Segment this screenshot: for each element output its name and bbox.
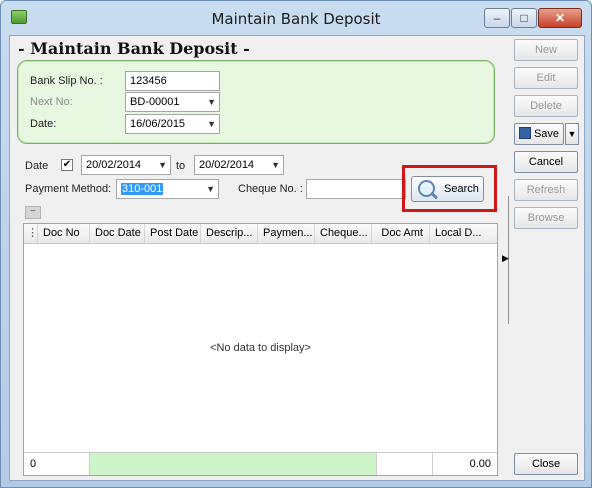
header-group [17,60,495,144]
edit-button-label: Edit [536,72,556,84]
close-window-button[interactable]: ✕ [538,8,582,28]
column-header[interactable]: Doc Amt [372,224,430,243]
new-button[interactable]: New [514,39,578,61]
date-picker[interactable]: 16/06/2015 ▼ [125,114,220,134]
grid-empty-message: <No data to display> [210,342,311,354]
date-value: 16/06/2015 [130,118,186,130]
refresh-button[interactable]: Refresh [514,179,578,201]
next-no-select[interactable]: BD-00001 ▼ [125,92,220,112]
new-button-label: New [534,44,557,56]
column-header[interactable]: Post Date [145,224,201,243]
deposit-grid[interactable]: ⋮ Doc No Doc Date Post Date Descrip... P… [23,223,498,476]
payment-method-select[interactable]: 310-001 ▼ [116,179,219,199]
save-button[interactable]: Save [514,123,564,145]
delete-button[interactable]: Delete [514,95,578,117]
date-to-value: 20/02/2014 [199,159,255,171]
column-chooser-icon[interactable]: ⋮ [24,224,38,243]
delete-button-label: Delete [530,100,562,112]
column-header[interactable]: Doc Date [90,224,145,243]
browse-button[interactable]: Browse [514,207,578,229]
date-from-picker[interactable]: 20/02/2014 ▼ [81,155,171,175]
payment-method-label: Payment Method: [25,183,112,195]
save-button-label: Save [533,128,560,140]
page-heading: - Maintain Bank Deposit - [18,39,250,58]
grid-footer: 0 0.00 [24,452,497,475]
save-dropdown-button[interactable]: ▼ [565,123,579,145]
bank-slip-input[interactable]: 123456 [125,71,220,91]
close-button-label: Close [531,458,561,470]
collapse-filter-button[interactable]: − [25,206,41,219]
footer-total: 0.00 [469,458,491,470]
filter-date-label: Date [25,160,49,172]
minimize-button[interactable]: – [484,8,510,28]
footer-spacer [377,453,433,475]
chevron-down-icon: ▼ [207,119,216,129]
chevron-down-icon: ▼ [271,160,280,170]
search-highlight-box [402,165,497,212]
footer-summary-band [90,453,377,475]
cancel-button-label: Cancel [528,156,564,168]
title-bar[interactable]: Maintain Bank Deposit – □ ✕ [1,1,591,35]
bank-slip-label: Bank Slip No. : [30,75,103,87]
browse-button-label: Browse [527,212,565,224]
chevron-down-icon: ▼ [207,97,216,107]
next-no-value: BD-00001 [130,96,180,108]
edit-button[interactable]: Edit [514,67,578,89]
date-filter-checkbox[interactable]: ✔ [61,159,73,171]
column-header[interactable]: Cheque... [315,224,372,243]
save-icon [518,127,531,139]
cheque-no-input[interactable] [306,179,406,199]
next-no-label: Next No: [30,96,73,108]
footer-count: 0 [24,453,90,475]
chevron-down-icon: ▼ [158,160,167,170]
date-label: Date: [30,118,57,130]
maximize-button[interactable]: □ [511,8,537,28]
date-from-value: 20/02/2014 [86,159,142,171]
chevron-right-icon[interactable]: ▶ [502,253,509,264]
column-header[interactable]: Paymen... [258,224,315,243]
refresh-button-label: Refresh [526,184,566,196]
grid-header: ⋮ Doc No Doc Date Post Date Descrip... P… [24,224,497,244]
to-label: to [176,160,186,172]
close-button[interactable]: Close [514,453,578,475]
payment-method-value: 310-001 [121,183,164,195]
column-header[interactable]: Local D... [430,224,497,243]
chevron-down-icon: ▼ [206,184,215,194]
column-header[interactable]: Doc No [38,224,90,243]
cancel-button[interactable]: Cancel [514,151,578,173]
column-header[interactable]: Descrip... [201,224,258,243]
date-to-picker[interactable]: 20/02/2014 ▼ [194,155,284,175]
cheque-no-label: Cheque No. : [238,183,303,195]
